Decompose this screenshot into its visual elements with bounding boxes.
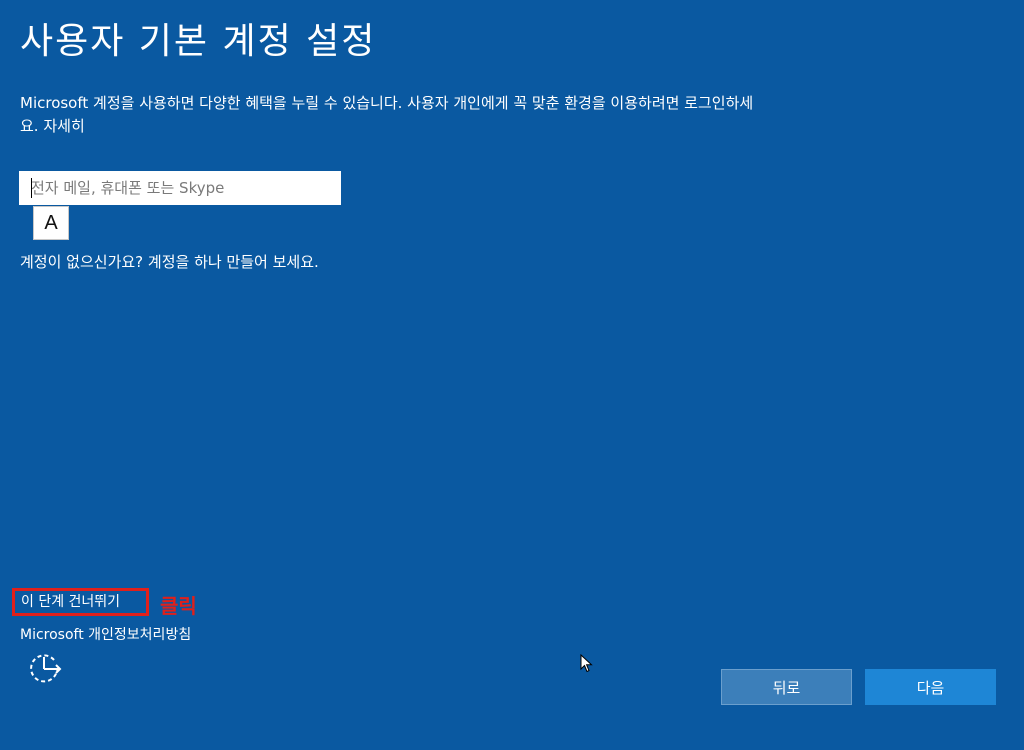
skip-step-link[interactable]: 이 단계 건너뛰기 xyxy=(12,588,149,616)
email-input[interactable] xyxy=(19,171,341,205)
create-account-link[interactable]: 계정이 없으신가요? 계정을 하나 만들어 보세요. xyxy=(20,251,360,274)
ime-indicator: A xyxy=(33,206,69,240)
ease-of-access-icon[interactable] xyxy=(24,648,64,688)
text-caret xyxy=(31,178,32,198)
click-annotation: 클릭 xyxy=(160,594,197,618)
mouse-pointer-icon xyxy=(580,653,594,674)
learn-more-link[interactable]: 자세히 xyxy=(43,117,84,135)
privacy-policy-link[interactable]: Microsoft 개인정보처리방침 xyxy=(20,625,191,645)
description-text: Microsoft 계정을 사용하면 다양한 혜택을 누릴 수 있습니다. 사용… xyxy=(20,94,754,135)
next-button[interactable]: 다음 xyxy=(865,669,996,705)
page-title: 사용자 기본 계정 설정 xyxy=(20,21,377,62)
back-button[interactable]: 뒤로 xyxy=(721,669,852,705)
page-description: Microsoft 계정을 사용하면 다양한 혜택을 누릴 수 있습니다. 사용… xyxy=(20,92,760,138)
